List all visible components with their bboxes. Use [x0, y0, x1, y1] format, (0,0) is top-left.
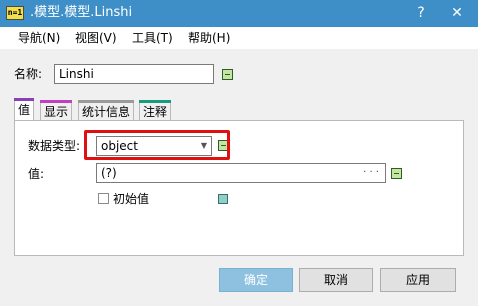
tab-display-accent — [40, 100, 73, 103]
value-tab-panel — [14, 120, 464, 256]
title-bar[interactable]: n=1 .模型.模型.Linshi ? ✕ — [0, 0, 478, 27]
apply-button[interactable]: 应用 — [380, 268, 456, 292]
tab-statistics[interactable]: 统计信息 — [78, 100, 135, 120]
data-type-label: 数据类型: — [28, 139, 81, 153]
ellipsis-icon[interactable]: · · · — [363, 164, 379, 182]
value-input[interactable]: (?) · · · — [96, 163, 386, 183]
menu-help[interactable]: 帮助(H) — [188, 30, 230, 46]
tab-value-label: 值 — [18, 103, 31, 117]
menu-navigate[interactable]: 导航(N) — [18, 30, 60, 46]
name-label: 名称: — [14, 67, 43, 81]
tab-notes-accent — [139, 100, 172, 103]
initial-value-label: 初始值 — [113, 192, 150, 206]
value-label: 值: — [28, 167, 45, 181]
close-button[interactable]: ✕ — [440, 0, 474, 27]
menu-view[interactable]: 视图(V) — [75, 30, 117, 46]
name-input[interactable]: Linshi — [54, 64, 214, 84]
menu-bar: 导航(N) 视图(V) 工具(T) 帮助(H) — [0, 27, 478, 49]
value-expand-icon[interactable] — [391, 168, 402, 179]
tab-value[interactable]: 值 — [14, 98, 35, 121]
name-expand-icon[interactable] — [222, 69, 233, 80]
ok-button[interactable]: 确定 — [219, 268, 293, 292]
initial-value-indicator-icon[interactable] — [218, 194, 228, 204]
cancel-button[interactable]: 取消 — [299, 268, 373, 292]
initial-value-checkbox[interactable] — [98, 193, 109, 204]
tab-notes[interactable]: 注释 — [139, 100, 172, 120]
tab-notes-label: 注释 — [143, 105, 168, 119]
tab-statistics-label: 统计信息 — [82, 105, 131, 119]
tab-statistics-accent — [78, 100, 135, 103]
menu-tools[interactable]: 工具(T) — [132, 30, 173, 46]
help-button[interactable]: ? — [404, 0, 438, 27]
app-icon: n=1 — [6, 6, 24, 20]
tab-display-label: 显示 — [44, 105, 69, 119]
tab-value-accent — [14, 98, 35, 101]
value-text: (?) — [101, 166, 117, 180]
highlight-box — [84, 130, 230, 160]
window-title: .模型.模型.Linshi — [30, 5, 133, 20]
tab-display[interactable]: 显示 — [40, 100, 73, 120]
